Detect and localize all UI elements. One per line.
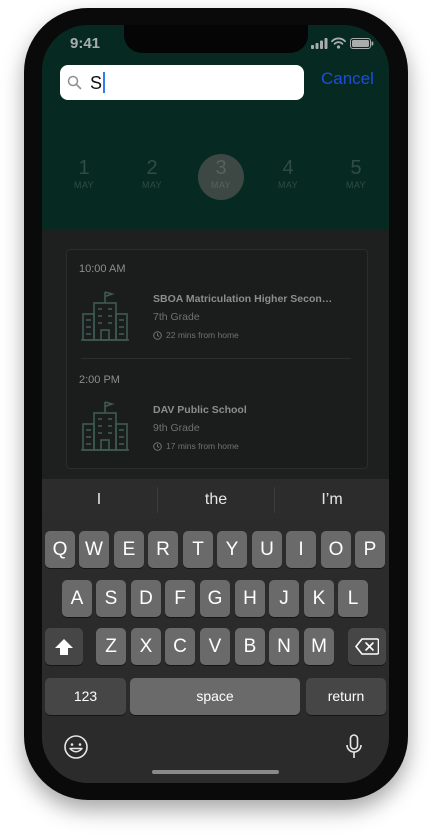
date-item-2[interactable]: 2 MAY: [132, 157, 172, 190]
key-v[interactable]: V: [200, 628, 230, 665]
suggestion-divider: [274, 487, 275, 513]
date-item-5[interactable]: 5 MAY: [336, 157, 376, 190]
key-m[interactable]: M: [304, 628, 334, 665]
distance-text: 17 mins from home: [166, 441, 239, 451]
backspace-icon: [355, 638, 380, 656]
school-name[interactable]: DAV Public School: [153, 404, 247, 416]
home-indicator: [152, 770, 279, 774]
key-c[interactable]: C: [165, 628, 195, 665]
emoji-icon[interactable]: [63, 734, 89, 760]
school-building-icon: [81, 401, 129, 451]
key-b[interactable]: B: [235, 628, 265, 665]
date-day: 1: [78, 157, 90, 179]
key-o[interactable]: O: [321, 531, 351, 568]
clock-icon: [153, 442, 162, 452]
suggestion-item[interactable]: I: [59, 491, 139, 509]
key-x[interactable]: X: [131, 628, 161, 665]
date-month: MAY: [345, 180, 367, 190]
battery-icon: [350, 38, 374, 49]
key-e[interactable]: E: [114, 531, 144, 568]
distance-label: 22 mins from home: [153, 330, 239, 341]
key-t[interactable]: T: [183, 531, 213, 568]
wifi-icon: [331, 37, 346, 49]
space-key[interactable]: space: [130, 678, 300, 715]
date-day: 4: [282, 157, 294, 179]
suggestion-item[interactable]: the: [176, 491, 256, 509]
key-y[interactable]: Y: [217, 531, 247, 568]
school-name[interactable]: SBOA Matriculation Higher Secon…: [153, 293, 332, 305]
delete-key[interactable]: [348, 628, 386, 665]
date-item-1[interactable]: 1 MAY: [64, 157, 104, 190]
key-d[interactable]: D: [131, 580, 161, 617]
key-g[interactable]: G: [200, 580, 230, 617]
key-f[interactable]: F: [165, 580, 195, 617]
key-l[interactable]: L: [338, 580, 368, 617]
key-h[interactable]: H: [235, 580, 265, 617]
key-w[interactable]: W: [79, 531, 109, 568]
key-n[interactable]: N: [269, 628, 299, 665]
key-r[interactable]: R: [148, 531, 178, 568]
clock-icon: [153, 331, 162, 341]
keyboard-suggestion-bar: I the I’m: [42, 479, 389, 519]
cancel-button[interactable]: Cancel: [321, 69, 374, 89]
suggestion-divider: [157, 487, 158, 513]
search-value: S: [90, 73, 103, 93]
grade-label: 7th Grade: [153, 311, 200, 323]
slot-time: 10:00 AM: [79, 263, 126, 275]
distance-label: 17 mins from home: [153, 441, 239, 452]
key-q[interactable]: Q: [45, 531, 75, 568]
microphone-icon[interactable]: [345, 733, 363, 761]
key-z[interactable]: Z: [96, 628, 126, 665]
distance-text: 22 mins from home: [166, 330, 239, 340]
date-month: MAY: [277, 180, 299, 190]
shift-icon: [55, 638, 73, 655]
search-input[interactable]: S: [60, 65, 304, 100]
key-u[interactable]: U: [252, 531, 282, 568]
date-day: 2: [146, 157, 158, 179]
search-icon: [67, 75, 82, 90]
date-day: 5: [350, 157, 362, 179]
date-month: MAY: [73, 180, 95, 190]
notch: [124, 25, 308, 53]
date-item-4[interactable]: 4 MAY: [268, 157, 308, 190]
keyboard: Q W E R T Y U I O P A S D F G H J K L Z …: [42, 519, 389, 783]
key-j[interactable]: J: [269, 580, 299, 617]
numbers-key[interactable]: 123: [45, 678, 126, 715]
date-day: 3: [215, 157, 227, 179]
key-s[interactable]: S: [96, 580, 126, 617]
key-p[interactable]: P: [355, 531, 385, 568]
date-month: MAY: [210, 180, 232, 190]
phone-screen: S Cancel 1 MAY 2 MAY 3 MAY 4 MAY 5 MAY 9…: [42, 25, 389, 783]
text-caret: [103, 72, 105, 93]
key-k[interactable]: K: [304, 580, 334, 617]
key-a[interactable]: A: [62, 580, 92, 617]
schedule-card: 10:00 AM SBOA Matriculation Higher Secon…: [66, 249, 368, 469]
date-month: MAY: [141, 180, 163, 190]
shift-key[interactable]: [45, 628, 83, 665]
date-item-3[interactable]: 3 MAY: [201, 157, 241, 190]
slot-time: 2:00 PM: [79, 374, 120, 386]
school-building-icon: [81, 291, 129, 341]
grade-label: 9th Grade: [153, 422, 200, 434]
schedule-divider: [81, 358, 351, 359]
status-time: 9:41: [70, 35, 101, 52]
return-key[interactable]: return: [306, 678, 386, 715]
key-i[interactable]: I: [286, 531, 316, 568]
cellular-signal-icon: [311, 38, 328, 49]
suggestion-item[interactable]: I’m: [292, 491, 372, 509]
